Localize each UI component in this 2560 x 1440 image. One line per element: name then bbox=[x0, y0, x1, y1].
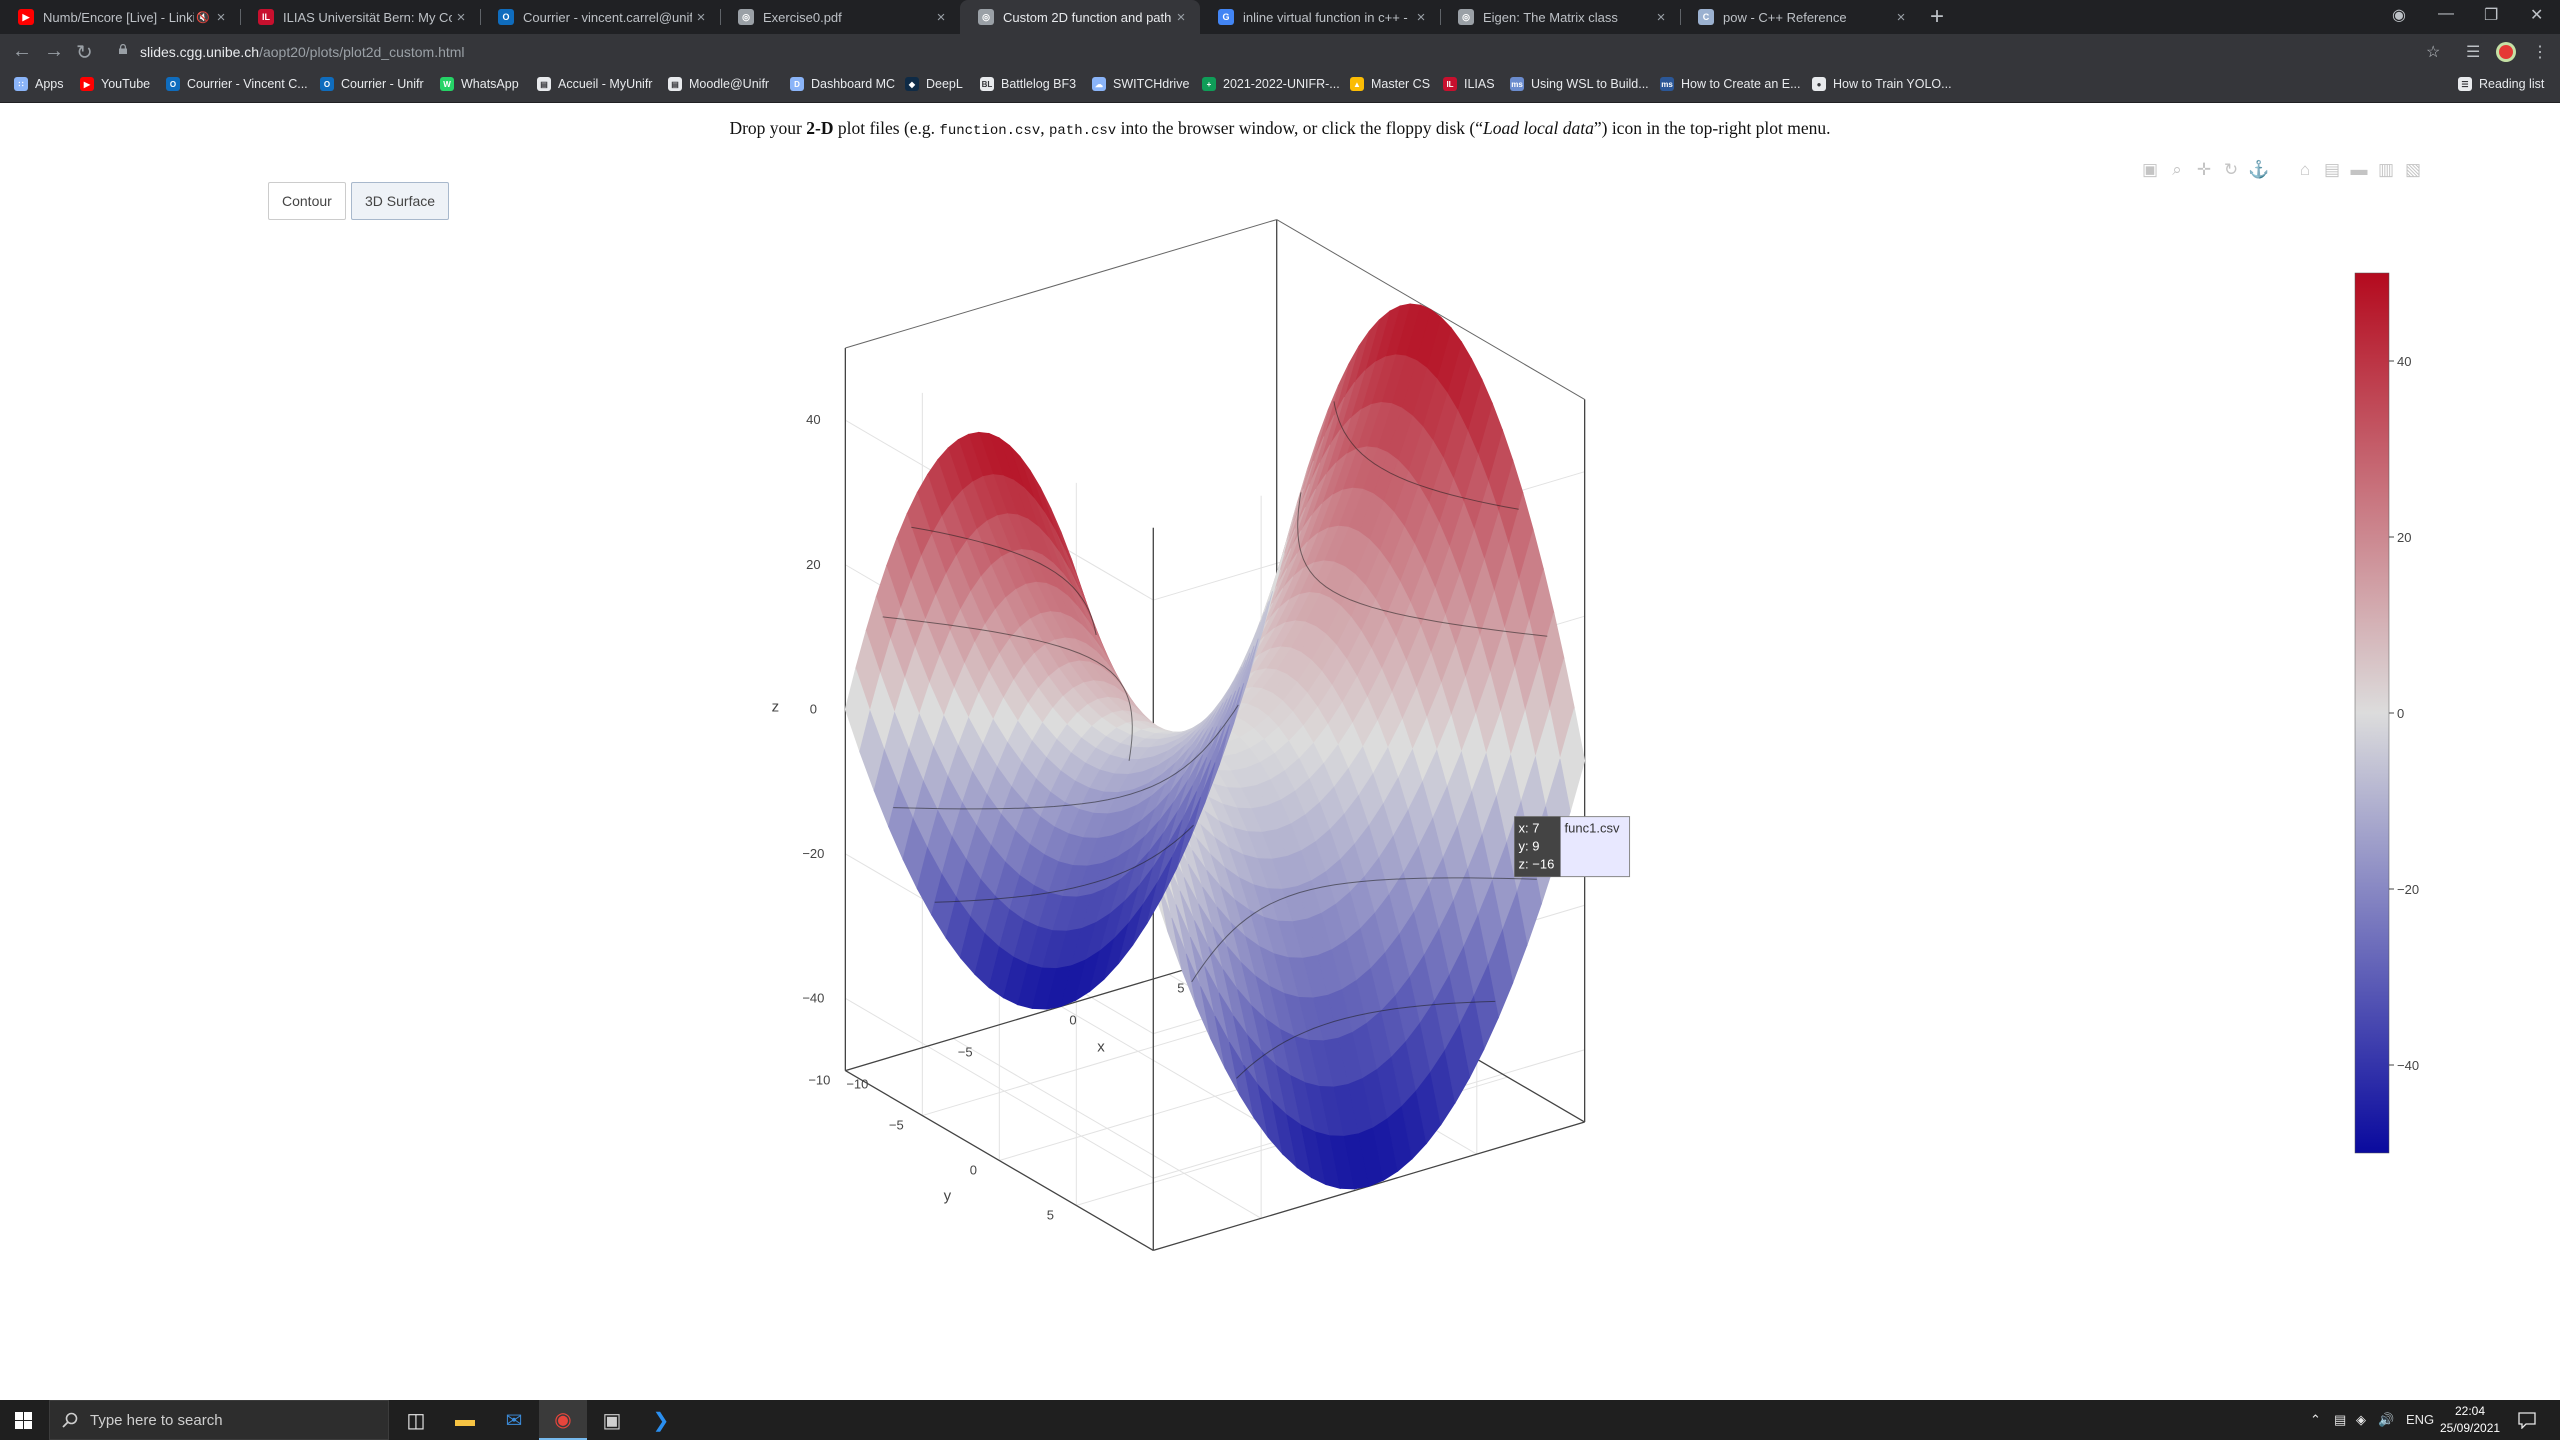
z-tick-label: 40 bbox=[806, 412, 820, 427]
z-tick-label: 20 bbox=[806, 557, 820, 572]
search-icon bbox=[62, 1412, 78, 1428]
colorbar-gradient bbox=[2354, 272, 2390, 1154]
z-tick-label: 0 bbox=[810, 701, 817, 716]
task-view-icon[interactable]: ◫ bbox=[392, 1400, 440, 1440]
surface-plot[interactable]: −40 −20 0 20 40 −10 −5 0 5 −10 −5 0 5 z y x x: 7 y: 9 z: −… bbox=[0, 0, 2560, 1400]
colorbar-tick-label: 40 bbox=[2397, 354, 2411, 369]
mail-icon[interactable]: ✉ bbox=[490, 1400, 538, 1440]
y-axis-label: y bbox=[944, 1188, 952, 1205]
hover-trace-name: func1.csv bbox=[1565, 821, 1620, 836]
z-tick-label: −20 bbox=[802, 846, 824, 861]
clock-date: 25/09/2021 bbox=[2440, 1421, 2501, 1435]
network-icon[interactable]: ◈ bbox=[2356, 1412, 2366, 1428]
terminal-icon[interactable]: ▣ bbox=[588, 1400, 636, 1440]
x-tick-label: −10 bbox=[846, 1077, 868, 1092]
tray-chevron-icon[interactable]: ⌃ bbox=[2310, 1412, 2321, 1428]
notification-icon[interactable] bbox=[2518, 1411, 2536, 1429]
search-placeholder: Type here to search bbox=[90, 1411, 223, 1429]
hover-value: z: −16 bbox=[1519, 857, 1555, 872]
vscode-icon[interactable]: ❯ bbox=[637, 1400, 685, 1440]
tray-device-icon[interactable]: ▤ bbox=[2334, 1412, 2346, 1428]
windows-taskbar: Type here to search ◫ ▬ ✉ ◉ ▣ ❯ ⌃ ▤ ◈ 🔊 ENG 2… bbox=[0, 1400, 2560, 1440]
axis-edge bbox=[845, 219, 1277, 349]
colorbar-tick-label: 0 bbox=[2397, 706, 2404, 721]
hover-value: x: 7 bbox=[1519, 821, 1540, 836]
colorbar-tick-label: 20 bbox=[2397, 530, 2411, 545]
hover-value: y: 9 bbox=[1519, 839, 1540, 854]
language-indicator[interactable]: ENG bbox=[2406, 1412, 2434, 1427]
y-tick-label: 0 bbox=[970, 1163, 977, 1178]
x-tick-label: 5 bbox=[1177, 980, 1184, 995]
colorbar: 40 20 0 −20 −40 bbox=[2354, 272, 2419, 1154]
surface-mesh bbox=[844, 303, 1586, 1190]
windows-start-icon[interactable] bbox=[15, 1412, 32, 1429]
hover-tooltip: x: 7 y: 9 z: −16 func1.csv bbox=[1514, 816, 1631, 878]
x-axis-label: x bbox=[1097, 1038, 1105, 1055]
taskbar-search[interactable]: Type here to search bbox=[49, 1400, 389, 1440]
colorbar-tick-label: −20 bbox=[2397, 882, 2419, 897]
file-explorer-icon[interactable]: ▬ bbox=[441, 1400, 489, 1440]
y-tick-label: 5 bbox=[1047, 1207, 1054, 1222]
chrome-icon[interactable]: ◉ bbox=[539, 1400, 587, 1440]
z-tick-label: −40 bbox=[802, 990, 824, 1005]
x-tick-label: 0 bbox=[1069, 1012, 1076, 1027]
z-axis-label: z bbox=[772, 698, 780, 715]
x-tick-label: −5 bbox=[958, 1044, 973, 1059]
clock-time: 22:04 bbox=[2454, 1404, 2486, 1418]
y-tick-label: −10 bbox=[808, 1073, 830, 1088]
y-tick-label: −5 bbox=[889, 1118, 904, 1133]
colorbar-tick-label: −40 bbox=[2397, 1058, 2419, 1073]
clock[interactable]: 22:04 25/09/2021 bbox=[2440, 1403, 2500, 1437]
volume-icon[interactable]: 🔊 bbox=[2378, 1412, 2394, 1428]
